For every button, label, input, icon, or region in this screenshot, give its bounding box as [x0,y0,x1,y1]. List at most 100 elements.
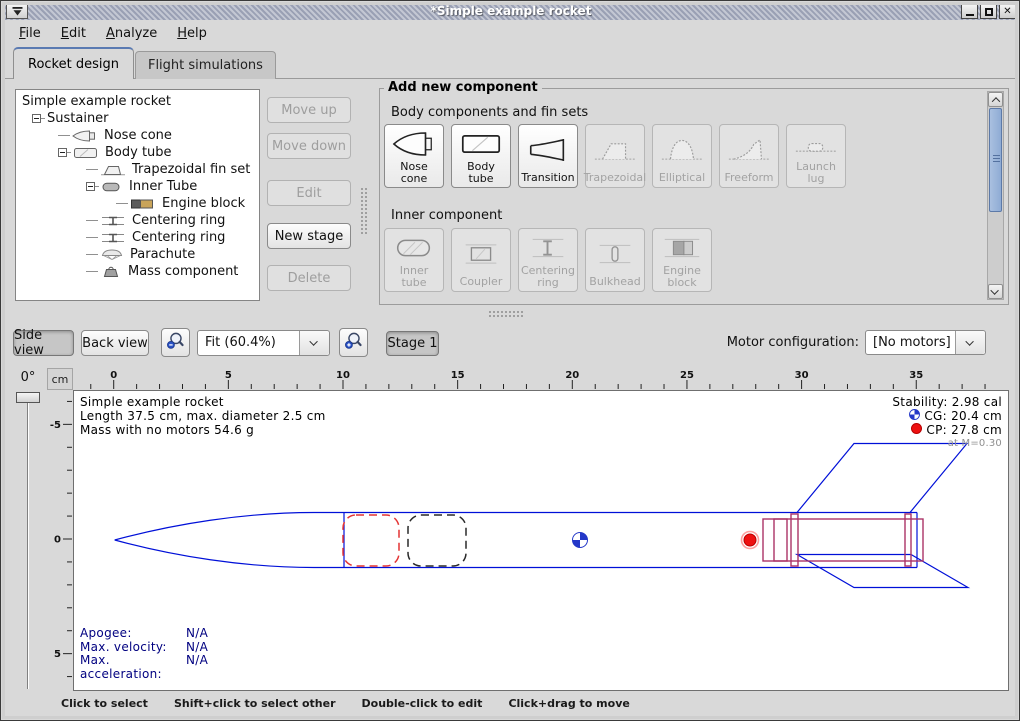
zoom-in-button[interactable] [339,328,368,357]
tab-bar: Rocket designFlight simulations [5,47,1017,79]
zoom-level-value: Fit (60.4%) [198,331,299,355]
tab-flight-simulations[interactable]: Flight simulations [135,51,276,79]
back-view-button[interactable]: Back view [81,330,149,356]
svg-text:30: 30 [795,370,809,381]
centering-ring-icon [100,232,126,244]
rotation-slider-handle[interactable] [16,392,40,403]
component-button-engine-block: Engine block [652,228,712,292]
motor-configuration-label: Motor configuration: [717,335,859,350]
tree-item-label: Mass component [126,264,238,279]
close-button[interactable]: ✕ [999,4,1016,19]
tree-item-centering-ring[interactable]: Centering ring [16,212,259,229]
menu-file[interactable]: File [9,22,51,45]
component-panel-scrollbar[interactable] [987,91,1004,300]
component-button-nose-cone[interactable]: Nose cone [384,124,444,188]
inner-tube-assembly[interactable] [763,514,923,566]
magnifier-minus-icon [166,331,185,354]
component-button-label: Centering ring [520,265,576,289]
tree-item-centering-ring[interactable]: Centering ring [16,229,259,246]
menu-analyze[interactable]: Analyze [96,22,167,45]
move-up-button: Move up [267,97,351,123]
component-tree: Simple example rocket SustainerNose coneB… [15,89,260,301]
tree-item-nose-cone[interactable]: Nose cone [16,127,259,144]
zoom-out-button[interactable] [161,328,190,357]
expander-minus-icon[interactable] [86,182,95,191]
component-button-trapezoidal: Trapezoidal [585,124,645,188]
rotation-angle-label: 0° [11,370,45,385]
expander-minus-icon[interactable] [32,114,41,123]
bulkhead-icon [592,231,638,276]
mach-condition: at M=0.30 [892,437,1002,451]
tab-rocket-design[interactable]: Rocket design [13,47,134,79]
menu-bar: FileEditAnalyzeHelp [5,20,1017,47]
minimize-button[interactable] [961,4,978,19]
engine-block-outline [774,519,787,561]
component-button-label: Nose cone [386,161,442,185]
rocket-figure-canvas[interactable]: Simple example rocket Length 37.5 cm, ma… [73,390,1009,691]
apogee-value: N/A [186,627,208,641]
application-window: *Simple example rocket ✕ FileEditAnalyze… [0,0,1020,721]
window-menu-button[interactable] [6,4,28,19]
parachute-icon [100,249,124,261]
motor-select-arrow[interactable] [955,331,985,354]
maximize-button[interactable] [980,4,997,19]
edit-button: Edit [267,180,351,206]
tree-connector [95,186,99,187]
engine-block-icon [130,198,156,210]
menu-help[interactable]: Help [167,22,217,45]
body-tube-icon [458,127,504,161]
new-stage-button[interactable]: New stage [267,223,351,249]
component-button-transition[interactable]: Transition [518,124,578,188]
tree-item-label: Trapezoidal fin set [130,162,250,177]
vertical-splitter-handle[interactable] [360,187,368,235]
tree-item-inner-tube[interactable]: Inner Tube [16,178,259,195]
title-bar[interactable]: *Simple example rocket ✕ [5,3,1017,20]
tree-connector [86,254,98,255]
max-velocity-label: Max. velocity: [80,641,186,655]
tree-item-trapezoidal-fin-set[interactable]: Trapezoidal fin set [16,161,259,178]
scrollbar-thumb[interactable] [989,108,1002,212]
expander-minus-icon[interactable] [58,148,67,157]
scrollbar-up-button[interactable] [988,92,1003,107]
stage-1-toggle[interactable]: Stage 1 [386,331,439,356]
centering-ring-icon [100,215,126,227]
centering-ring-icon [525,231,571,265]
component-button-body-tube[interactable]: Body tube [451,124,511,188]
tree-connector [116,203,128,204]
rotation-slider-track[interactable] [27,397,29,689]
status-hint-click-drag-to-move: Click+drag to move [508,697,629,710]
svg-text:20: 20 [565,370,579,381]
magnifier-plus-icon [344,331,363,354]
tree-item-engine-block[interactable]: Engine block [16,195,259,212]
zoom-level-select[interactable]: Fit (60.4%) [197,330,330,356]
mass-component-marker[interactable] [408,515,466,566]
tree-item-label: Simple example rocket [20,94,171,109]
stability-block: Stability: 2.98 cal CG: 20.4 cm CP: 27.8… [892,395,1002,451]
tree-item-simple-example-rocket[interactable]: Simple example rocket [16,93,259,110]
lower-fin [797,555,968,588]
component-button-label: Inner tube [386,265,442,289]
component-button-label: Engine block [654,265,710,289]
scrollbar-down-button[interactable] [988,284,1003,299]
component-button-centering-ring: Centering ring [518,228,578,292]
motor-configuration-select[interactable]: [No motors] [865,330,986,355]
tree-item-label: Centering ring [130,213,225,228]
tree-item-label: Sustainer [45,111,109,126]
svg-text:25: 25 [680,370,694,381]
menu-edit[interactable]: Edit [51,22,96,45]
horizontal-splitter-handle[interactable] [488,310,524,318]
inner-tube-icon [391,231,437,265]
tree-item-body-tube[interactable]: Body tube [16,144,259,161]
max-acceleration-value: N/A [186,654,208,681]
nose-cone-icon [72,130,98,142]
tree-item-sustainer[interactable]: Sustainer [16,110,259,127]
zoom-select-arrow[interactable] [299,331,329,355]
delete-button: Delete [267,265,351,291]
rocket-dimensions: Length 37.5 cm, max. diameter 2.5 cm [80,409,326,423]
tree-item-parachute[interactable]: Parachute [16,246,259,263]
coupler-icon [458,231,504,276]
move-down-button: Move down [267,133,351,159]
parachute-marker[interactable] [343,515,399,566]
side-view-button[interactable]: Side view [13,330,74,356]
tree-item-mass-component[interactable]: Mass component [16,263,259,280]
